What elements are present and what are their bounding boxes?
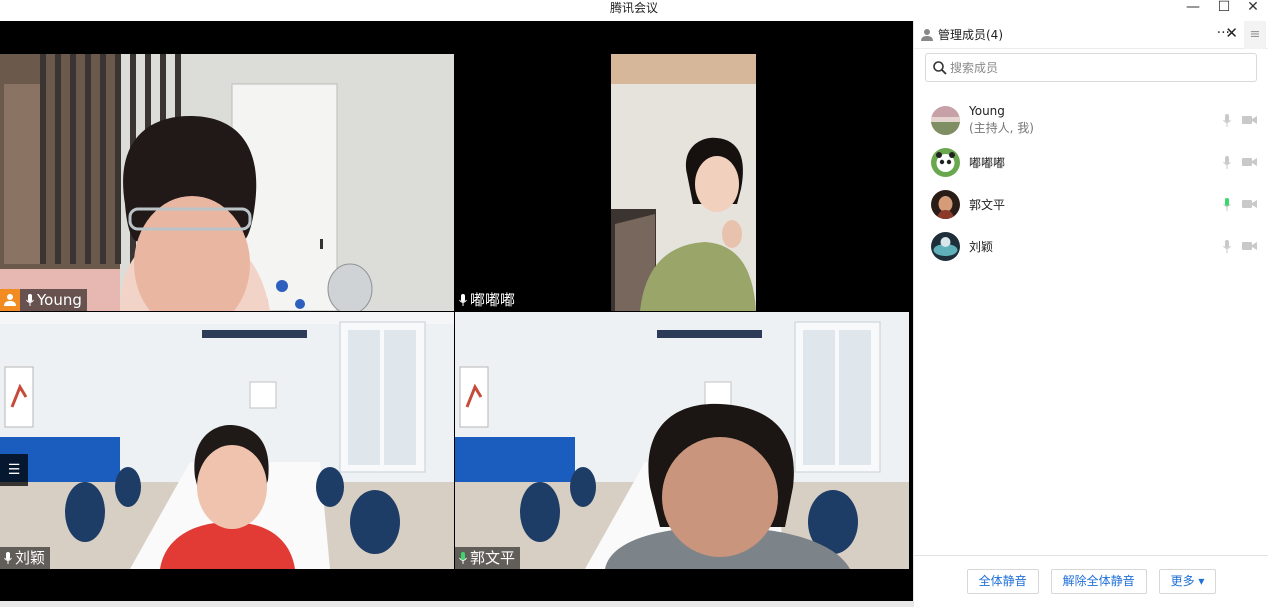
- video-feed: [0, 54, 454, 311]
- camera-icon[interactable]: [1242, 115, 1257, 125]
- camera-icon[interactable]: [1242, 241, 1257, 251]
- member-row-young[interactable]: Young (主持人, 我): [914, 99, 1268, 141]
- video-tile-guowenping[interactable]: 郭文平: [455, 312, 909, 569]
- mic-icon: [459, 552, 467, 564]
- more-options-button[interactable]: 更多 ▾: [1158, 569, 1217, 594]
- member-row-guowenping[interactable]: 郭文平: [914, 183, 1268, 225]
- member-row-dududu[interactable]: 嘟嘟嘟: [914, 141, 1268, 183]
- member-role: (主持人, 我): [969, 121, 1034, 135]
- member-search-input[interactable]: [950, 60, 1256, 75]
- member-info: 嘟嘟嘟: [969, 154, 1005, 171]
- member-name: Young: [969, 104, 1005, 118]
- bottom-strip: [0, 601, 913, 607]
- participant-name: 刘颖: [15, 549, 46, 567]
- mic-icon: [4, 552, 12, 564]
- mic-icon[interactable]: [1222, 239, 1232, 254]
- member-info: Young (主持人, 我): [969, 104, 1034, 136]
- member-list: Young (主持人, 我) 嘟嘟嘟 郭文平 刘颖: [914, 99, 1268, 267]
- maximize-button[interactable]: ☐: [1212, 0, 1236, 18]
- camera-icon[interactable]: [1242, 199, 1257, 209]
- avatar: [931, 105, 960, 135]
- window-title: 腾讯会议: [609, 1, 658, 15]
- members-panel: 管理成员(4) ··· ✕ ≡ Young (主持人, 我) 嘟嘟嘟: [913, 21, 1268, 607]
- member-name: 嘟嘟嘟: [969, 155, 1006, 170]
- panel-footer: 全体静音 解除全体静音 更多 ▾: [914, 555, 1268, 607]
- video-feed: [455, 54, 909, 311]
- participant-name-tag: 刘颖: [0, 547, 51, 569]
- member-info: 刘颖: [969, 238, 993, 255]
- mic-icon: [459, 294, 467, 306]
- mute-all-button[interactable]: 全体静音: [966, 569, 1039, 594]
- host-icon: [0, 289, 20, 311]
- close-window-button[interactable]: ✕: [1241, 0, 1265, 18]
- mic-icon[interactable]: [1222, 197, 1232, 212]
- member-search-box[interactable]: [925, 53, 1257, 82]
- search-icon: [933, 60, 947, 75]
- mic-icon[interactable]: [1222, 113, 1232, 128]
- mic-icon[interactable]: [1222, 155, 1232, 170]
- video-tile-young[interactable]: Young: [0, 54, 454, 311]
- participant-name: Young: [37, 291, 82, 309]
- video-feed: [455, 312, 909, 569]
- avatar: [931, 189, 960, 219]
- member-row-liuying[interactable]: 刘颖: [914, 225, 1268, 267]
- member-info: 郭文平: [969, 196, 1005, 213]
- participant-name-tag: Young: [0, 289, 87, 311]
- title-bar: 腾讯会议 — ☐ ✕: [0, 0, 1268, 21]
- unmute-all-button[interactable]: 解除全体静音: [1050, 569, 1147, 594]
- camera-icon[interactable]: [1242, 157, 1257, 167]
- avatar: [931, 147, 960, 177]
- panel-header: 管理成员(4) ··· ✕ ≡: [914, 21, 1268, 49]
- minimize-button[interactable]: —: [1181, 0, 1205, 18]
- member-name: 郭文平: [969, 197, 1006, 212]
- panel-title: 管理成员(4): [938, 28, 1003, 42]
- participant-name: 嘟嘟嘟: [470, 291, 516, 309]
- panel-menu-button[interactable]: ≡: [1244, 21, 1266, 49]
- list-icon[interactable]: ☰: [0, 454, 28, 486]
- video-feed: [0, 312, 454, 569]
- participant-name: 郭文平: [470, 549, 516, 567]
- video-stage: Young 嘟嘟嘟 刘颖 郭文平 ☰: [0, 21, 913, 601]
- avatar: [931, 231, 960, 261]
- participant-name-tag: 嘟嘟嘟: [455, 289, 521, 311]
- participant-name-tag: 郭文平: [455, 547, 521, 569]
- mic-icon: [26, 294, 34, 306]
- video-tile-dududu[interactable]: 嘟嘟嘟: [455, 54, 909, 311]
- panel-close-button[interactable]: ✕: [1225, 24, 1238, 42]
- person-icon: [921, 28, 933, 41]
- video-tile-liuying[interactable]: 刘颖: [0, 312, 454, 569]
- member-name: 刘颖: [969, 239, 994, 254]
